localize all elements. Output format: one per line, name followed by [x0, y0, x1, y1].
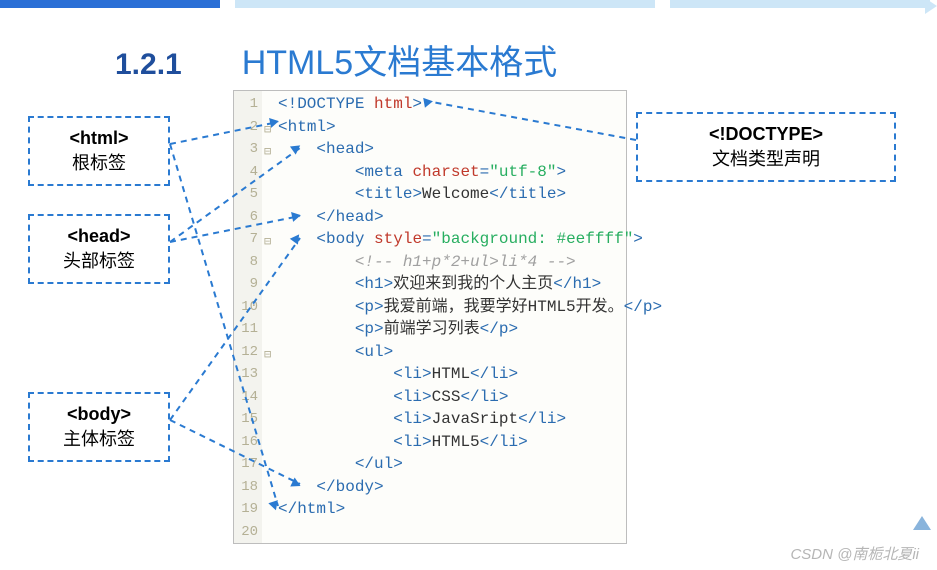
decor-triangle-icon — [913, 516, 931, 530]
callout-head-desc: 头部标签 — [63, 251, 135, 271]
callout-body-desc: 主体标签 — [63, 429, 135, 449]
arrowhead-icon — [291, 210, 302, 222]
callout-doctype: <!DOCTYPE> 文档类型声明 — [636, 112, 896, 182]
callout-html: <html> 根标签 — [28, 116, 170, 186]
callout-doctype-desc: 文档类型声明 — [712, 149, 820, 169]
callout-body-tag: <body> — [67, 404, 131, 424]
section-title: HTML5文档基本格式 — [242, 35, 557, 84]
watermark: CSDN @南栀北夏ii — [790, 543, 919, 564]
top-decor — [0, 0, 937, 8]
arrowhead-icon — [423, 96, 434, 107]
arrowhead-icon — [269, 116, 280, 128]
fold-column: ⊟⊟⊟⊟ — [262, 91, 276, 543]
callout-html-tag: <html> — [69, 128, 128, 148]
code-editor: 1234567891011121314151617181920 ⊟⊟⊟⊟ <!D… — [233, 90, 627, 544]
callout-body: <body> 主体标签 — [28, 392, 170, 462]
callout-html-desc: 根标签 — [72, 153, 126, 173]
section-number: 1.2.1 — [115, 48, 182, 82]
line-gutter: 1234567891011121314151617181920 — [234, 91, 262, 543]
callout-head: <head> 头部标签 — [28, 214, 170, 284]
code-lines: <!DOCTYPE html><html> <head> <meta chars… — [278, 93, 622, 543]
callout-doctype-tag: <!DOCTYPE> — [709, 124, 823, 144]
callout-head-tag: <head> — [67, 226, 130, 246]
slide-header: 1.2.1 HTML5文档基本格式 — [115, 35, 557, 84]
